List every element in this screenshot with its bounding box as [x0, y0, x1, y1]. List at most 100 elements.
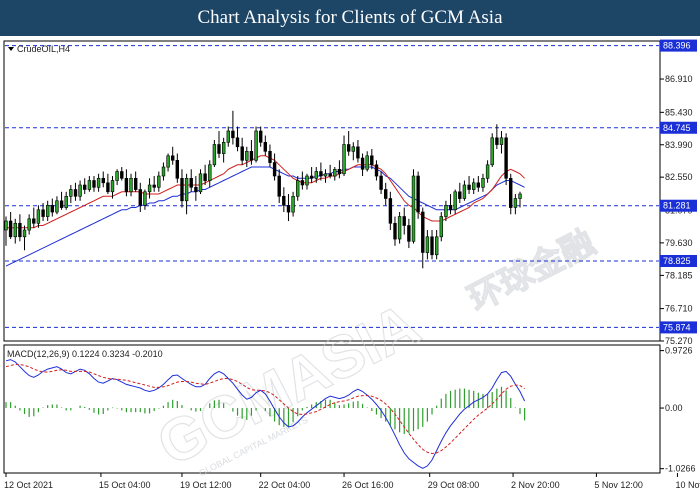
chart-background: [0, 36, 700, 500]
candle-body: [268, 151, 272, 163]
candle-body: [314, 171, 318, 179]
candle-body: [263, 142, 267, 152]
candle-body: [175, 160, 179, 179]
candle-body: [421, 211, 425, 253]
candle-body: [397, 216, 402, 240]
level-tag-label: 78.825: [663, 256, 691, 266]
candle-body: [245, 151, 249, 161]
candle-body: [217, 144, 221, 154]
candle-body: [485, 164, 490, 179]
candle-body: [101, 178, 106, 184]
price-tick-label: 78.185: [665, 270, 693, 280]
candle-body: [240, 146, 244, 161]
candle-body: [393, 223, 397, 240]
candle-body: [360, 157, 365, 170]
candle-body: [8, 220, 13, 238]
macd-tick-label: 0.9726: [665, 346, 693, 356]
candle-body: [504, 137, 508, 179]
candle: [254, 126, 258, 163]
price-tick-label: 75.270: [665, 336, 693, 346]
candle-body: [309, 175, 314, 179]
candle-body: [143, 191, 147, 206]
candle-body: [212, 144, 217, 166]
candle-body: [346, 144, 351, 152]
price-tick-label: 83.990: [665, 140, 693, 150]
candle-body: [476, 182, 480, 188]
candle-body: [425, 236, 430, 253]
candle-body: [458, 191, 462, 199]
candle-body: [22, 229, 27, 238]
price-tick-label: 85.430: [665, 107, 693, 117]
time-tick-label: 26 Oct 16:00: [342, 480, 394, 490]
candle-body: [41, 209, 45, 217]
price-tick-label: 82.550: [665, 172, 693, 182]
level-tag-label: 75.874: [663, 322, 691, 332]
candle-body: [184, 178, 189, 202]
candle-body: [300, 180, 305, 186]
price-tick-label: 79.630: [665, 238, 693, 248]
candle-body: [411, 175, 416, 242]
candle-body: [194, 187, 198, 193]
candle-body: [134, 178, 138, 190]
candle-body: [328, 173, 332, 177]
candle-body: [55, 200, 59, 213]
candle-body: [337, 169, 342, 175]
candle-body: [106, 182, 110, 193]
candle-body: [295, 180, 300, 197]
candle-body: [18, 223, 22, 238]
candle-body: [171, 155, 175, 161]
candle-body: [59, 200, 64, 208]
candle-body: [416, 175, 420, 213]
candle: [411, 169, 416, 244]
candle-body: [453, 191, 457, 211]
candle-body: [92, 180, 96, 188]
candle-body: [138, 189, 142, 206]
candle-body: [13, 223, 17, 238]
candle-body: [226, 130, 230, 143]
candle-body: [383, 189, 388, 199]
candle-body: [161, 166, 166, 177]
candle-body: [4, 220, 8, 231]
candle-body: [467, 184, 471, 190]
candle-body: [129, 178, 133, 193]
candle-body: [45, 205, 50, 217]
macd-tick-label: 0.00: [665, 403, 683, 413]
candle-body: [120, 171, 124, 179]
candle-body: [36, 209, 41, 224]
candle-body: [78, 184, 82, 197]
time-tick-label: 12 Oct 2021: [4, 480, 53, 490]
candle-body: [439, 216, 443, 238]
candle: [490, 133, 494, 168]
time-tick-label: 2 Nov 20:00: [511, 480, 560, 490]
candle-body: [286, 205, 291, 213]
candle-body: [258, 130, 263, 143]
macd-tick-label: -1.0266: [665, 464, 696, 474]
candle-body: [235, 137, 240, 148]
candle-body: [69, 189, 73, 197]
candle-body: [73, 189, 78, 197]
time-tick-label: 19 Oct 12:00: [180, 480, 232, 490]
time-tick-label: 15 Oct 04:00: [99, 480, 151, 490]
candle-body: [222, 142, 226, 154]
candle-body: [388, 198, 393, 224]
candle-body: [282, 196, 286, 206]
candle-body: [305, 175, 309, 186]
candle-body: [249, 151, 254, 161]
candle: [416, 171, 420, 219]
symbol-label: CrudeOIL,H4: [8, 44, 70, 54]
candle-body: [407, 225, 411, 242]
candle-body: [166, 155, 170, 168]
candle-body: [124, 178, 129, 193]
candle-body: [27, 218, 31, 231]
candle-body: [231, 130, 235, 139]
candle-body: [87, 180, 92, 190]
candle-body: [254, 130, 258, 161]
time-tick-label: 29 Oct 08:00: [428, 480, 480, 490]
candle-body: [402, 216, 406, 226]
candle-body: [110, 180, 115, 193]
candle-body: [495, 137, 499, 145]
candle: [504, 133, 508, 186]
candle-body: [430, 236, 434, 256]
candle-body: [147, 184, 152, 193]
candle: [397, 212, 402, 244]
